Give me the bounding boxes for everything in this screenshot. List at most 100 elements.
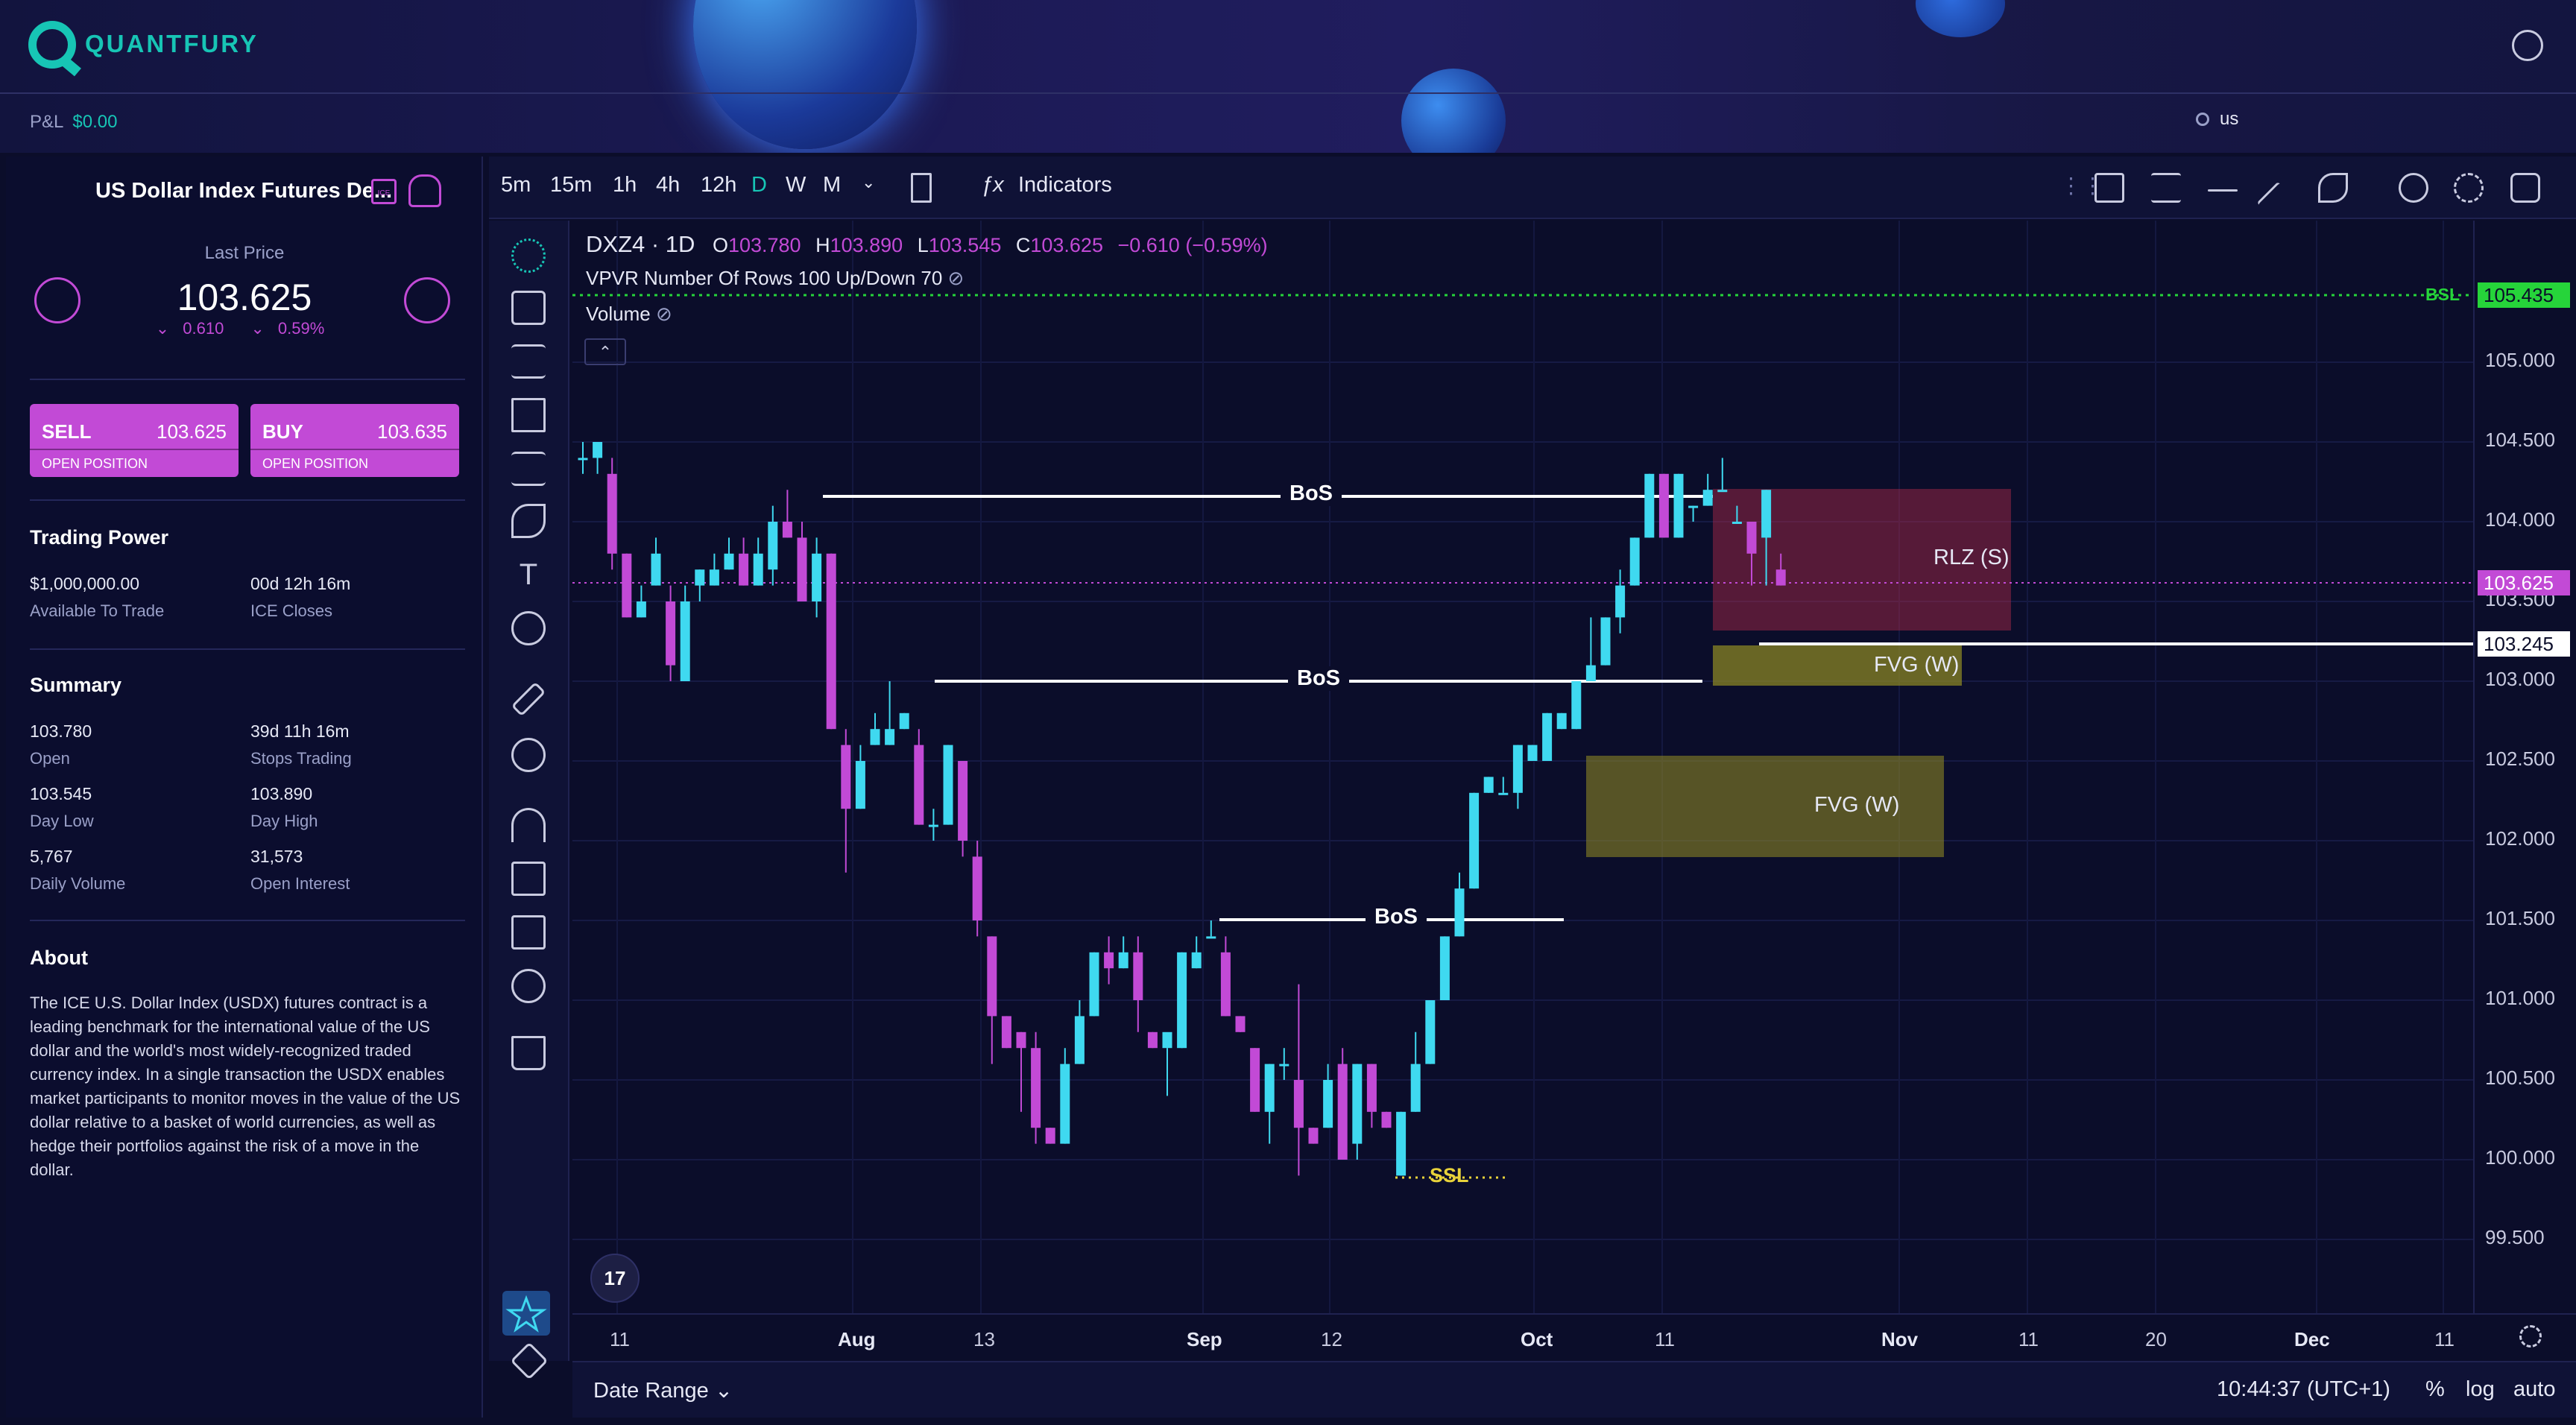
candle-body [753, 553, 763, 586]
candle-body [1483, 777, 1494, 793]
eye-icon[interactable] [511, 969, 546, 1003]
timeframe-1h[interactable]: 1h [613, 173, 637, 198]
horizontal-line-icon[interactable] [2208, 189, 2238, 192]
camera-icon[interactable] [2510, 173, 2540, 203]
rectangle-tool-icon[interactable] [2094, 173, 2124, 203]
magnet-icon[interactable] [511, 808, 546, 842]
candle-body [1016, 1031, 1026, 1049]
pnl-value: $0.00 [72, 112, 118, 132]
candle-body [1673, 473, 1684, 538]
candle-body [1644, 473, 1655, 538]
timeframe-5m[interactable]: 5m [501, 173, 531, 198]
function-icon[interactable]: ƒx [981, 173, 1004, 198]
price-chart[interactable]: DXZ4 · 1D O103.780 H103.890 L103.545 C10… [572, 221, 2473, 1313]
moon-decoration [1401, 69, 1506, 153]
alert-clock-icon[interactable] [2399, 173, 2428, 203]
volume-legend[interactable]: Volume ⊘ [586, 303, 672, 326]
price-label: 104.000 [2485, 508, 2555, 531]
candle-body [1527, 745, 1538, 761]
time-label: Dec [2294, 1328, 2330, 1350]
chart-bottom-bar: Date Range ⌄ 10:44:37 (UTC+1) % log auto [572, 1361, 2576, 1418]
available-to-trade: $1,000,000.00 Available To Trade [30, 574, 165, 620]
pattern-tool-icon[interactable] [511, 398, 546, 432]
trash-icon[interactable] [511, 1036, 546, 1070]
candle-body [1469, 792, 1480, 889]
candle-body [709, 569, 719, 586]
candle-style-icon[interactable] [911, 173, 932, 203]
candle-body [1688, 505, 1699, 508]
candle-body [1571, 681, 1582, 730]
log-scale-toggle[interactable]: log [2466, 1377, 2495, 1402]
timeframe-12h[interactable]: 12h [701, 173, 736, 198]
zoom-in-icon[interactable] [511, 738, 546, 772]
candle-body [607, 473, 617, 554]
timeframe-w[interactable]: W [786, 173, 806, 198]
brush-tool-icon[interactable] [511, 504, 546, 538]
fib-tools-icon[interactable] [511, 452, 546, 486]
hide-eye-icon[interactable]: ⊘ [948, 267, 965, 289]
auto-scale-toggle[interactable]: auto [2513, 1377, 2555, 1402]
last-price-label: Last Price [204, 243, 285, 263]
hide-eye-icon[interactable]: ⊘ [656, 303, 672, 325]
brush-icon[interactable] [2318, 173, 2348, 203]
candle-body [1162, 1031, 1172, 1049]
candle-body [651, 553, 661, 586]
price-axis[interactable]: 105.000 104.500 104.000 103.500 103.000 … [2473, 221, 2576, 1313]
rlz-label: RLZ (S) [1933, 546, 2010, 569]
time-axis[interactable]: 11 Aug 13 Sep 12 Oct 11 Nov 11 20 Dec 11 [572, 1313, 2576, 1359]
candle-body [578, 458, 588, 461]
timeframe-m[interactable]: M [823, 173, 841, 198]
trend-line-tool-icon[interactable] [511, 291, 546, 325]
emoji-tool-icon[interactable] [511, 611, 546, 645]
price-label: 103.000 [2485, 668, 2555, 690]
lines-tool-icon[interactable] [511, 344, 546, 379]
candle-body [1264, 1064, 1275, 1112]
percent-scale-toggle[interactable]: % [2425, 1377, 2445, 1402]
axis-settings-gear-icon[interactable] [2519, 1325, 2542, 1347]
fib-tool-icon[interactable] [2151, 173, 2181, 203]
text-tool-icon[interactable]: T [511, 557, 546, 592]
add-alert-icon[interactable] [408, 174, 441, 207]
timeframe-15m[interactable]: 15m [550, 173, 592, 198]
globe-icon[interactable] [2512, 30, 2543, 61]
tradingview-logo[interactable]: 17 [590, 1254, 640, 1303]
timeframe-dropdown-chevron-icon[interactable]: ⌄ [862, 173, 875, 192]
timeframe-4h[interactable]: 4h [656, 173, 680, 198]
app-header: QUANTFURY P&L $0.00 us [0, 0, 2576, 153]
ruler-icon[interactable] [511, 681, 546, 717]
quantfury-logo[interactable] [28, 21, 76, 69]
pencil-lock-icon[interactable] [511, 862, 546, 896]
candle-body [680, 601, 690, 681]
lock-icon[interactable] [511, 915, 546, 950]
trend-line-icon[interactable] [2256, 181, 2299, 224]
sell-button[interactable]: SELL 103.625 OPEN POSITION [30, 404, 239, 477]
drawing-tools-column: T [489, 221, 569, 1380]
candle-body [1337, 1064, 1348, 1160]
date-range-dropdown[interactable]: Date Range ⌄ [593, 1377, 733, 1403]
planet-decoration [693, 0, 917, 149]
bear-alarm-icon[interactable] [34, 277, 80, 323]
timeframe-d[interactable]: D [751, 173, 767, 198]
candle-body [1629, 537, 1640, 586]
crosshair-icon[interactable] [511, 238, 546, 273]
candle-body [666, 601, 676, 666]
bull-alarm-icon[interactable] [404, 277, 450, 323]
candle-body [1454, 888, 1465, 937]
bos-label-1: BoS [1281, 481, 1342, 506]
last-price-tag: 103.625 [2478, 570, 2570, 595]
candle-body [1235, 1016, 1246, 1032]
search-input[interactable]: us [2196, 109, 2238, 130]
buy-button[interactable]: BUY 103.635 OPEN POSITION [250, 404, 459, 477]
bsl-price-tag: 105.435 [2478, 282, 2570, 308]
chart-canvas[interactable] [572, 221, 2473, 1313]
collapse-legend-button[interactable]: ⌃ [584, 338, 626, 365]
layers-icon[interactable] [510, 1342, 549, 1380]
bos-label-2: BoS [1288, 666, 1349, 691]
gear-icon[interactable] [2454, 173, 2484, 203]
favorites-star-icon[interactable] [502, 1291, 550, 1336]
vpvr-legend[interactable]: VPVR Number Of Rows 100 Up/Down 70 ⊘ [586, 267, 964, 290]
indicators-button[interactable]: Indicators [1018, 173, 1112, 198]
candle-body [768, 522, 778, 570]
day-low: 103.545 Day Low [30, 784, 94, 830]
fvg-label-upper: FVG (W) [1874, 653, 1960, 677]
